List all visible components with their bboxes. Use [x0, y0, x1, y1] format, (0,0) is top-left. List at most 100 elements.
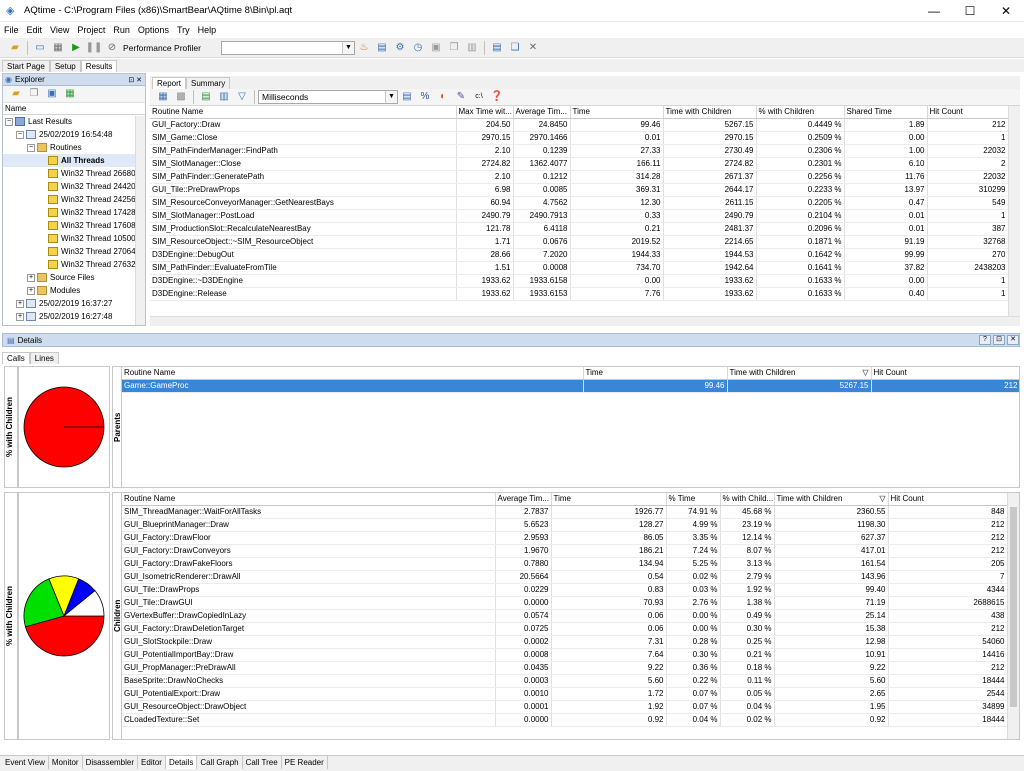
table-row[interactable]: SIM_ResourceObject::~SIM_ResourceObject 1… [150, 235, 1009, 249]
column-header[interactable]: Time with Children ▽ [774, 493, 889, 506]
tree-item[interactable]: Win32 Thread 27632 [3, 258, 145, 271]
table-row[interactable]: GUI_Tile::PreDrawProps 6.98 0.0085 369.31 26… [150, 183, 1009, 197]
run-icon[interactable]: ▶ [69, 41, 83, 55]
tree-item[interactable]: − 25/02/2019 16:54:48 [3, 128, 145, 141]
close-button[interactable]: ✕ [988, 0, 1024, 22]
column-header[interactable]: Time with Children [663, 106, 757, 119]
column-header[interactable]: Hit Count [888, 493, 1008, 506]
explorer-scrollbar[interactable] [135, 116, 145, 325]
menu-run[interactable]: Run [109, 25, 134, 35]
help-icon[interactable]: ❓ [490, 90, 504, 104]
collapse-icon[interactable]: − [16, 130, 24, 139]
chart-icon[interactable]: ▤ [375, 41, 389, 55]
table-row[interactable]: SIM_SlotManager::PostLoad 2490.79 2490.791… [150, 209, 1009, 223]
table-icon[interactable]: ▦ [156, 90, 170, 104]
filter-icon[interactable]: ▽ [235, 90, 249, 104]
compare-icon[interactable]: ▥ [217, 90, 231, 104]
table-row[interactable]: GUI_Factory::DrawFakeFloors 0.7880 134.94 5… [122, 557, 1008, 571]
table-row[interactable]: GVertexBuffer::DrawCopiedInLazy 0.0574 0.0… [122, 609, 1008, 623]
table-row[interactable]: BaseSprite::DrawNoChecks 0.0003 5.60 0.22 %… [122, 674, 1008, 688]
collapse-icon[interactable]: − [5, 117, 13, 126]
snapshot-icon[interactable]: ▣ [429, 41, 443, 55]
table-row[interactable]: D3DEngine::DebugOut 28.66 7.2020 1944.33 194… [150, 248, 1009, 262]
export-report-icon[interactable]: ▤ [199, 90, 213, 104]
report-horizontal-scrollbar[interactable] [150, 316, 1020, 326]
table-row[interactable]: GUI_Factory::DrawConveyors 1.9670 186.21 7.… [122, 544, 1008, 558]
table-row[interactable]: SIM_Game::Close 2970.15 2970.1466 0.01 2970.… [150, 131, 1009, 145]
tab-lines[interactable]: Lines [29, 352, 59, 364]
expand-icon[interactable]: + [16, 312, 24, 321]
tree-item[interactable]: + Modules [3, 284, 145, 297]
tab-report[interactable]: Report [152, 77, 187, 89]
bottom-tab-details[interactable]: Details [165, 756, 198, 769]
column-header[interactable]: Time [583, 367, 728, 380]
bottom-tab-call-tree[interactable]: Call Tree [243, 756, 282, 769]
page-icon[interactable]: ▤ [400, 90, 414, 104]
table-row[interactable]: SIM_ProductionSlot::RecalculateNearestBa… [150, 222, 1009, 236]
save-results-icon[interactable]: ▣ [45, 87, 59, 101]
minimize-button[interactable]: — [916, 0, 952, 22]
tab-results[interactable]: Results [80, 60, 118, 72]
tree-item[interactable]: − Routines [3, 141, 145, 154]
pin-icon[interactable]: ⊡ ✕ [128, 76, 142, 84]
table-row[interactable]: Game::GameProc 99.46 5267.15 212 [122, 379, 1019, 393]
palette-icon[interactable]: ◐ [436, 90, 450, 104]
table-row[interactable]: GUI_ResourceObject::DrawObject 0.0001 1.92… [122, 700, 1008, 714]
maximize-button[interactable]: ☐ [952, 0, 988, 22]
table-row[interactable]: GUI_PropManager::PreDrawAll 0.0435 9.22 0.3… [122, 661, 1008, 675]
table-row[interactable]: SIM_PathFinder::GeneratePath 2.10 0.1212 31… [150, 170, 1009, 184]
window-cascade-icon[interactable]: ❏ [508, 41, 522, 55]
menu-file[interactable]: File [0, 25, 23, 35]
column-header[interactable]: Time with Children ▽ [727, 367, 872, 380]
profiler-select[interactable]: ▼ [220, 40, 355, 55]
bottom-tab-event-view[interactable]: Event View [2, 756, 49, 769]
table-row[interactable]: SIM_PathFinderManager::FindPath 2.10 0.123… [150, 144, 1009, 158]
pause-icon[interactable]: ❚❚ [86, 41, 103, 55]
column-header[interactable]: Average Tim... [513, 106, 571, 119]
menu-options[interactable]: Options [134, 25, 173, 35]
collapse-icon[interactable]: − [27, 143, 35, 152]
folder-open-icon[interactable]: ▰ [9, 87, 23, 101]
column-header[interactable]: Hit Count [927, 106, 1009, 119]
bottom-tab-editor[interactable]: Editor [138, 756, 166, 769]
table-row[interactable]: D3DEngine::~D3DEngine 1933.62 1933.6158 0.0… [150, 274, 1009, 288]
column-header[interactable]: % Time [666, 493, 721, 506]
tree-item[interactable]: − Last Results [3, 115, 145, 128]
column-header[interactable]: Time [551, 493, 667, 506]
table-row[interactable]: GUI_Factory::DrawDeletionTarget 0.0725 0.0… [122, 622, 1008, 636]
column-header[interactable]: Max Time wit... [456, 106, 514, 119]
tree-item[interactable]: All Threads [3, 154, 145, 167]
table-row[interactable]: D3DEngine::Release 1933.62 1933.6153 7.76 19… [150, 287, 1009, 301]
column-header[interactable]: Hit Count [871, 367, 1019, 380]
grid-icon[interactable]: ▩ [174, 90, 188, 104]
pin-icon[interactable]: ⊡ [993, 335, 1005, 345]
tree-item[interactable]: Win32 Thread 17608 [3, 219, 145, 232]
copy-icon[interactable]: ❐ [447, 41, 461, 55]
stop-icon[interactable]: ⊘ [105, 41, 119, 55]
column-header[interactable]: % with Child... [720, 493, 775, 506]
table-row[interactable]: GUI_PotentialExport::Draw 0.0010 1.72 0.07 … [122, 687, 1008, 701]
tab-calls[interactable]: Calls [2, 352, 30, 364]
tree-item[interactable]: Win32 Thread 26680 [3, 167, 145, 180]
table-row[interactable]: CLoadedTexture::Set 0.0000 0.92 0.04 % 0.02 … [122, 713, 1008, 727]
expand-icon[interactable]: + [16, 299, 24, 308]
column-header[interactable]: Average Tim... [495, 493, 552, 506]
units-select[interactable]: Milliseconds ▼ [258, 90, 398, 104]
menu-edit[interactable]: Edit [23, 25, 47, 35]
menu-try[interactable]: Try [173, 25, 194, 35]
report-vertical-scrollbar[interactable] [1008, 106, 1020, 316]
bottom-tab-disassembler[interactable]: Disassembler [83, 756, 139, 769]
path-icon[interactable]: c:\ [472, 90, 486, 104]
scrollbar-thumb[interactable] [1010, 507, 1017, 707]
tree-item[interactable]: +25/02/2019 16:37:27 [3, 297, 145, 310]
tree-item[interactable]: Win32 Thread 24256 [3, 193, 145, 206]
menu-view[interactable]: View [46, 25, 73, 35]
clear-icon[interactable]: ▥ [465, 41, 479, 55]
module-icon[interactable]: ▦ [51, 41, 65, 55]
table-row[interactable]: SIM_ThreadManager::WaitForAllTasks 2.7837… [122, 505, 1008, 519]
table-row[interactable]: GUI_Factory::DrawFloor 2.9593 86.05 3.35 % 1… [122, 531, 1008, 545]
table-row[interactable]: GUI_Tile::DrawGUI 0.0000 70.93 2.76 % 1.38 %… [122, 596, 1008, 610]
table-row[interactable]: SIM_SlotManager::Close 2724.82 1362.4077 16… [150, 157, 1009, 171]
tree-item[interactable]: + Source Files [3, 271, 145, 284]
open-project-icon[interactable]: ▰ [8, 41, 22, 55]
